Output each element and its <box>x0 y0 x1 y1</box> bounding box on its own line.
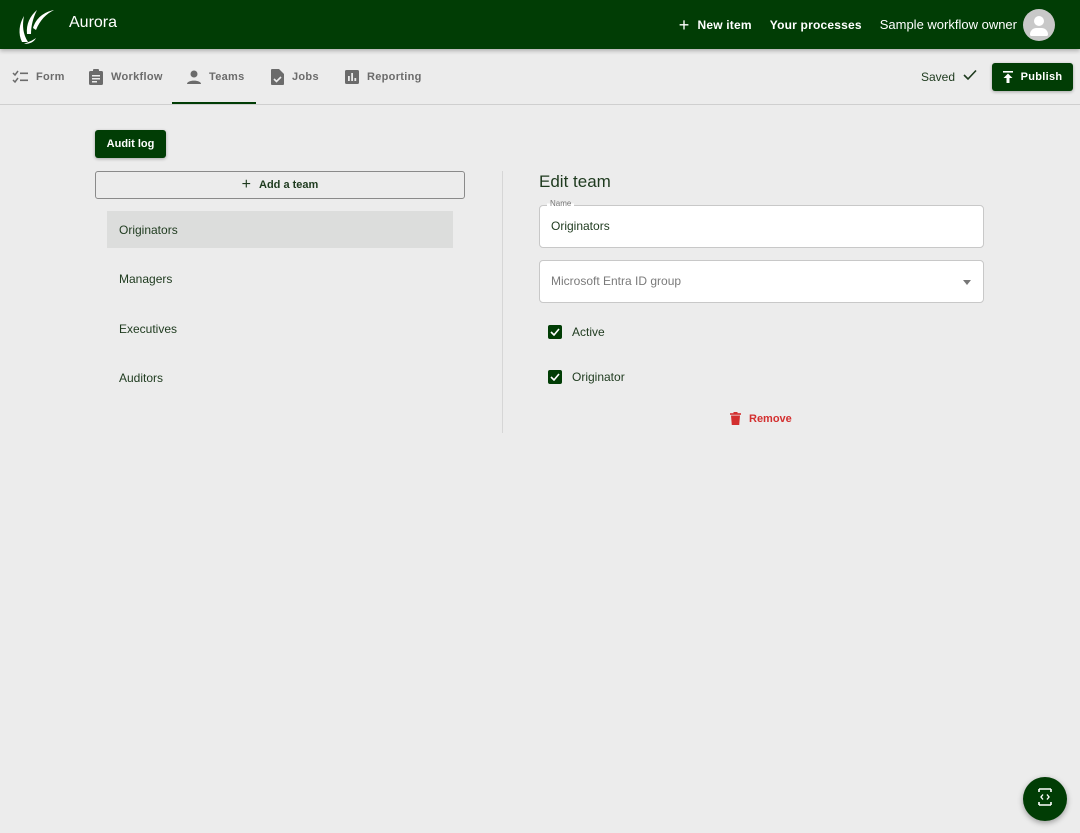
name-field-label: Name <box>547 199 575 208</box>
tab-workflow-label: Workflow <box>111 71 163 83</box>
tab-form[interactable]: Form <box>12 49 65 105</box>
audit-log-button[interactable]: Audit log <box>95 130 166 158</box>
team-name-field[interactable]: Name <box>539 199 984 248</box>
saved-label: Saved <box>920 69 955 84</box>
team-list-item[interactable]: Executives <box>107 310 453 347</box>
publish-button[interactable]: Publish <box>992 63 1073 91</box>
originator-checkbox[interactable] <box>548 370 562 384</box>
tab-teams[interactable]: Teams <box>187 49 245 105</box>
code-view-fab[interactable] <box>1023 777 1067 821</box>
add-team-label: Add a team <box>259 179 319 191</box>
app-title: Aurora <box>69 14 118 31</box>
owner-name: Sample workflow owner <box>879 17 1017 32</box>
entra-group-select[interactable]: Microsoft Entra ID group <box>539 260 984 303</box>
check-icon <box>550 373 560 381</box>
tab-reporting-label: Reporting <box>367 71 422 83</box>
new-item-button[interactable]: + New item <box>679 16 752 34</box>
plus-icon: + <box>241 176 252 193</box>
team-list-item[interactable]: Originators <box>107 211 453 248</box>
originator-label: Originator <box>572 370 625 384</box>
active-checkbox-row[interactable]: Active <box>548 325 605 339</box>
person-icon <box>1034 15 1044 26</box>
tab-form-label: Form <box>36 71 65 83</box>
active-label: Active <box>572 325 605 339</box>
clipboard-icon <box>89 69 103 85</box>
tab-workflow[interactable]: Workflow <box>89 49 163 105</box>
panel-divider <box>502 171 503 433</box>
checklist-icon <box>12 70 28 84</box>
file-check-icon <box>271 69 284 85</box>
check-icon <box>963 69 977 84</box>
tab-jobs[interactable]: Jobs <box>271 49 319 105</box>
app-bar: Aurora + New item Your processes Sample … <box>0 0 1080 49</box>
remove-team-button[interactable]: Remove <box>730 412 792 425</box>
plus-icon: + <box>678 14 690 35</box>
aurora-logo-icon[interactable] <box>16 4 58 46</box>
dropdown-arrow-icon <box>963 280 971 285</box>
active-checkbox[interactable] <box>548 325 562 339</box>
check-icon <box>550 328 560 336</box>
trash-icon <box>730 412 741 425</box>
tab-jobs-label: Jobs <box>292 71 319 83</box>
tab-bar: Form Workflow Teams Jobs Reporting Saved <box>0 49 1080 105</box>
your-processes-button[interactable]: Your processes <box>770 18 862 32</box>
remove-label: Remove <box>749 412 792 425</box>
new-item-label: New item <box>697 17 752 32</box>
avatar[interactable] <box>1023 8 1055 41</box>
publish-icon <box>1002 71 1013 83</box>
code-bracket-icon <box>1038 787 1052 811</box>
team-name-input[interactable] <box>551 219 971 233</box>
publish-label: Publish <box>1020 71 1063 83</box>
team-list-item[interactable]: Auditors <box>107 359 453 396</box>
tab-reporting[interactable]: Reporting <box>345 49 422 105</box>
active-tab-indicator <box>172 102 256 104</box>
bar-chart-icon <box>345 70 359 84</box>
entra-group-placeholder: Microsoft Entra ID group <box>551 274 682 288</box>
person-icon <box>187 70 201 84</box>
edit-team-title: Edit team <box>539 172 611 191</box>
tab-teams-label: Teams <box>209 71 245 83</box>
originator-checkbox-row[interactable]: Originator <box>548 370 625 384</box>
team-list-item[interactable]: Managers <box>107 260 453 297</box>
add-team-button[interactable]: + Add a team <box>95 171 465 199</box>
save-status: Saved <box>921 69 977 84</box>
